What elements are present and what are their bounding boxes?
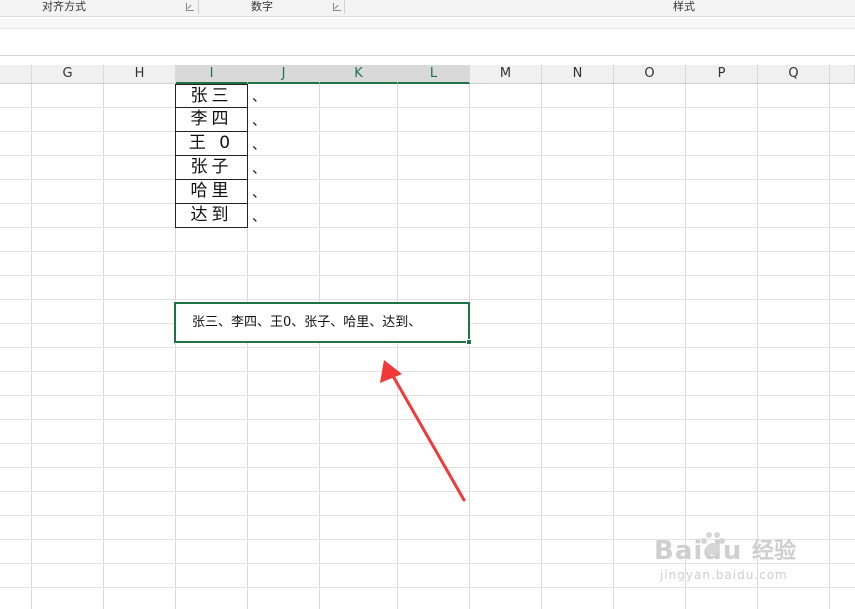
column-header-q[interactable]: Q	[758, 65, 830, 83]
cell-i3[interactable]: 王 0	[175, 132, 248, 156]
gridline	[0, 467, 855, 468]
cell-j2[interactable]: 、	[252, 110, 272, 134]
watermark-subtitle: 经验	[752, 539, 797, 564]
fill-handle[interactable]	[466, 339, 472, 345]
gridline	[0, 107, 855, 108]
gridline	[0, 443, 855, 444]
gridline	[0, 155, 855, 156]
ribbon-bottom-strip	[0, 18, 855, 28]
cell-i2[interactable]: 李四	[175, 108, 248, 132]
column-header-k[interactable]: K	[320, 65, 398, 84]
column-header-j[interactable]: J	[248, 65, 320, 84]
gridline	[0, 299, 855, 300]
gridline	[0, 395, 855, 396]
ribbon-group-number-label: 数字	[251, 0, 273, 13]
column-header-l[interactable]: L	[398, 65, 470, 84]
watermark-url: jingyan.baidu.com	[660, 568, 788, 582]
baidu-jingyan-watermark: Baidu 经验 jingyan.baidu.com	[640, 528, 820, 588]
merged-result-cell[interactable]: 张三、李四、王0、张子、哈里、达到、	[174, 302, 470, 343]
gridline	[0, 179, 855, 180]
cell-j1[interactable]: 、	[252, 86, 272, 110]
column-header-h[interactable]: H	[104, 65, 176, 83]
ribbon-group-alignment-label: 对齐方式	[42, 0, 86, 13]
column-header-o[interactable]: O	[614, 65, 686, 83]
ribbon-group-divider	[344, 0, 345, 14]
ribbon-group-bar: 对齐方式 数字 样式	[0, 0, 855, 17]
column-header-m[interactable]: M	[470, 65, 542, 83]
cell-j5[interactable]: 、	[252, 182, 272, 206]
ribbon-group-styles-label: 样式	[673, 0, 695, 13]
gridline	[0, 347, 855, 348]
column-header-i[interactable]: I	[176, 65, 248, 84]
column-header-p[interactable]: P	[686, 65, 758, 83]
column-header-g[interactable]: G	[32, 65, 104, 83]
number-dialog-launcher-icon[interactable]	[333, 3, 341, 11]
gridline	[0, 275, 855, 276]
select-all-corner[interactable]	[0, 65, 32, 83]
formula-bar[interactable]	[0, 28, 855, 56]
cell-i6[interactable]: 达到	[175, 204, 248, 228]
column-header-n[interactable]: N	[542, 65, 614, 83]
cell-i4[interactable]: 张子	[175, 156, 248, 180]
cell-i5[interactable]: 哈里	[175, 180, 248, 204]
column-header-r[interactable]	[830, 65, 855, 83]
cell-i1[interactable]: 张三	[175, 84, 248, 108]
column-header-row: G H I J K L M N O P Q	[0, 65, 855, 84]
paw-icon	[701, 532, 725, 555]
gridline	[0, 419, 855, 420]
gridline	[0, 131, 855, 132]
gridline	[0, 515, 855, 516]
gridline	[0, 203, 855, 204]
gridline	[0, 491, 855, 492]
ribbon-group-divider	[198, 0, 199, 14]
cell-j4[interactable]: 、	[252, 158, 272, 182]
gridline	[0, 251, 855, 252]
gridline	[0, 371, 855, 372]
cell-j6[interactable]: 、	[252, 206, 272, 230]
cell-j3[interactable]: 、	[252, 134, 272, 158]
alignment-dialog-launcher-icon[interactable]	[186, 3, 194, 11]
gridline	[0, 227, 855, 228]
